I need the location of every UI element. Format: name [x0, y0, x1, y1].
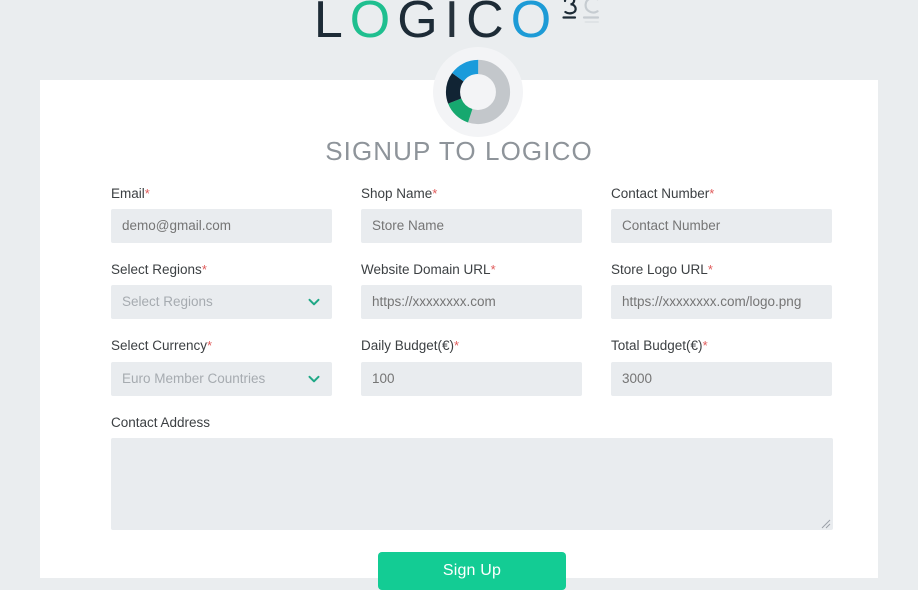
- field-shop-name: Shop Name*: [361, 186, 582, 244]
- field-label-text: Shop Name: [361, 186, 433, 201]
- field-label-text: Website Domain URL: [361, 262, 491, 278]
- wordmark-letter-c: C: [466, 0, 511, 49]
- field-label: Shop Name*: [361, 186, 582, 202]
- required-marker: *: [454, 338, 460, 354]
- resize-handle-icon[interactable]: [819, 516, 831, 529]
- field-website-domain-url: Website Domain URL*: [361, 262, 582, 320]
- form-row: Select Regions* Select Regions Website D…: [111, 262, 833, 320]
- field-total-budget: Total Budget(€)*: [611, 338, 832, 396]
- wordmark-letter-l: L: [313, 0, 350, 49]
- field-label-text: Contact Number: [611, 186, 710, 201]
- required-marker: *: [702, 338, 708, 354]
- select-currency-dropdown[interactable]: Euro Member Countries: [111, 361, 332, 396]
- field-label-text: Store Logo URL: [611, 262, 708, 278]
- field-select-currency: Select Currency* Euro Member Countries: [111, 338, 332, 396]
- wordmark-letter-g: G: [397, 0, 445, 49]
- form-row: Email* Shop Name* Contact Number*: [111, 186, 833, 244]
- field-label: Total Budget(€)*: [611, 338, 832, 354]
- field-store-logo-url: Store Logo URL*: [611, 262, 832, 320]
- field-contact-number: Contact Number*: [611, 186, 832, 244]
- field-label: Contact Number*: [611, 186, 832, 202]
- brand-logo[interactable]: LOGICO: [314, 0, 604, 46]
- field-email: Email*: [111, 186, 332, 244]
- contact-number-input[interactable]: [611, 209, 832, 244]
- field-select-regions: Select Regions* Select Regions: [111, 262, 332, 320]
- wordmark-letter-o-blue: O: [510, 0, 559, 49]
- field-label-text: Total Budget(€): [611, 338, 703, 354]
- select-currency-value: Euro Member Countries: [111, 361, 332, 396]
- field-label-text: Daily Budget(€): [361, 338, 455, 354]
- field-label: Store Logo URL*: [611, 262, 832, 278]
- sign-up-button[interactable]: Sign Up: [378, 551, 566, 590]
- field-label: Select Regions*: [111, 262, 332, 278]
- field-daily-budget: Daily Budget(€)*: [361, 338, 582, 396]
- wordmark-letter-o-green: O: [349, 0, 398, 49]
- avatar: [433, 47, 523, 137]
- store-logo-url-input[interactable]: [611, 285, 832, 320]
- total-budget-input[interactable]: [611, 361, 832, 396]
- brand-wordmark: LOGICO: [314, 0, 558, 46]
- required-marker: *: [207, 338, 213, 354]
- field-label: Daily Budget(€)*: [361, 338, 582, 354]
- field-label-text: Select Currency: [111, 338, 208, 354]
- page-title: SIGNUP TO LOGICO: [325, 136, 593, 166]
- submit-row: Sign Up: [111, 551, 833, 590]
- brand-badge-3c-icon: [562, 0, 604, 35]
- select-regions-dropdown[interactable]: Select Regions: [111, 285, 332, 320]
- email-input[interactable]: [111, 209, 332, 244]
- field-label: Email*: [111, 186, 332, 202]
- required-marker: *: [201, 262, 207, 278]
- field-label: Contact Address: [111, 415, 833, 431]
- contact-address-textarea[interactable]: [111, 437, 833, 530]
- required-marker: *: [709, 186, 715, 201]
- signup-form: Email* Shop Name* Contact Number* Select…: [111, 186, 833, 590]
- form-row: Contact Address: [111, 415, 833, 530]
- field-label-text: Email: [111, 186, 145, 201]
- website-domain-url-input[interactable]: [361, 285, 582, 320]
- field-label-text: Select Regions: [111, 262, 202, 278]
- wordmark-letter-i: I: [444, 0, 467, 49]
- required-marker: *: [432, 186, 438, 201]
- required-marker: *: [490, 262, 496, 278]
- field-label: Website Domain URL*: [361, 262, 582, 278]
- form-row: Select Currency* Euro Member Countries D…: [111, 338, 833, 396]
- select-regions-value: Select Regions: [111, 285, 332, 320]
- field-label-text: Contact Address: [111, 414, 211, 430]
- donut-chart-icon: [445, 59, 511, 125]
- field-label: Select Currency*: [111, 338, 332, 354]
- required-marker: *: [144, 186, 150, 201]
- field-contact-address: Contact Address: [111, 415, 833, 530]
- daily-budget-input[interactable]: [361, 361, 582, 396]
- shop-name-input[interactable]: [361, 209, 582, 244]
- required-marker: *: [707, 262, 713, 278]
